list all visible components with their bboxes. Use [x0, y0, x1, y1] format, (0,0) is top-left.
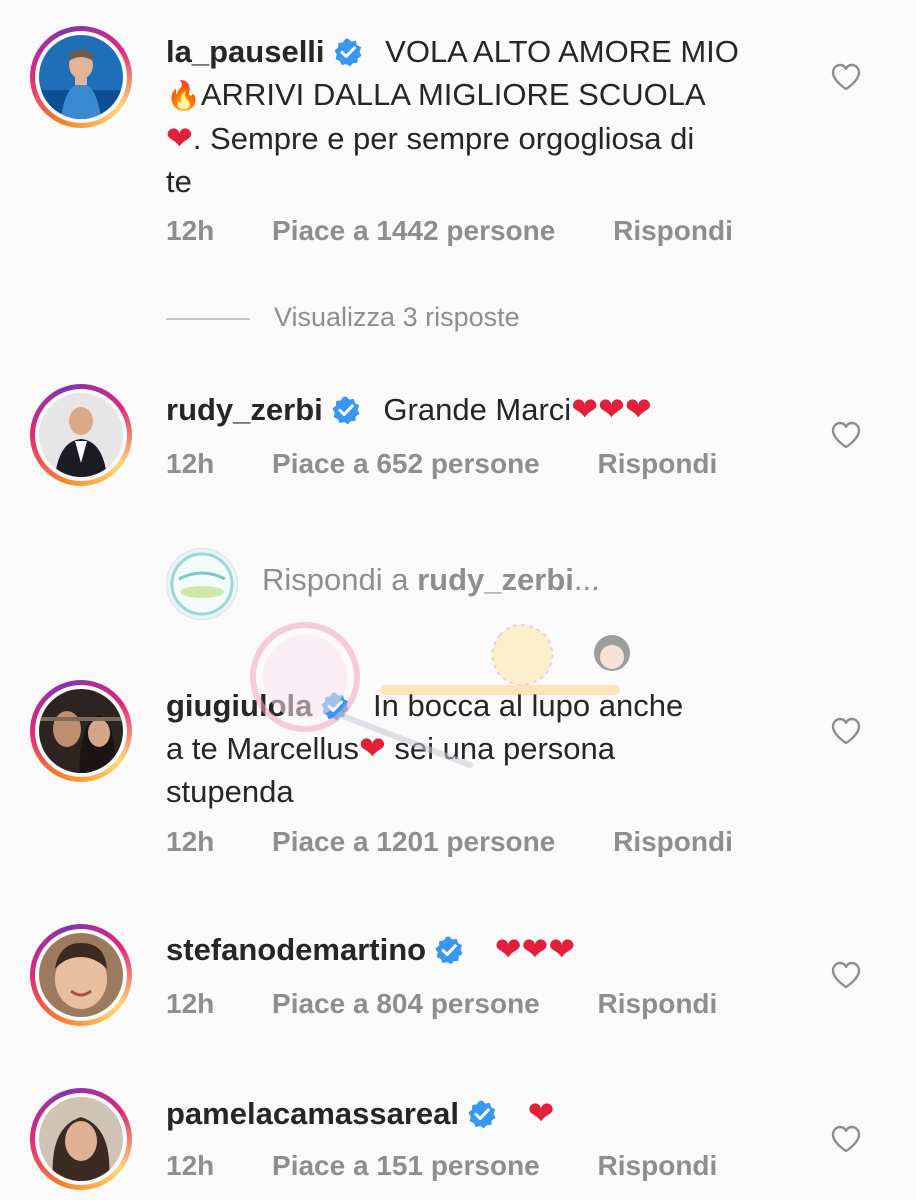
- comment-username[interactable]: stefanodemartino: [166, 932, 426, 967]
- heart-outline-icon[interactable]: [830, 62, 862, 92]
- avatar-photo: [39, 689, 123, 773]
- heart-outline-icon[interactable]: [830, 960, 862, 990]
- verified-badge-icon: [320, 691, 350, 721]
- reply-placeholder: Rispondi a rudy_zerbi...: [262, 562, 600, 597]
- comment-username[interactable]: la_pauselli: [166, 34, 325, 69]
- avatar[interactable]: [30, 680, 132, 782]
- fire-emoji-icon: 🔥: [166, 80, 201, 111]
- comment-line-1: Grande Marci: [383, 392, 572, 427]
- comment-meta: 12h Piace a 151 persone Rispondi: [166, 1150, 717, 1182]
- verified-badge-icon: [331, 395, 361, 425]
- comment-time: 12h: [166, 1150, 215, 1181]
- comment-likes[interactable]: Piace a 652 persone: [272, 448, 540, 480]
- heart-outline-icon[interactable]: [830, 1124, 862, 1154]
- comment-likes[interactable]: Piace a 1442 persone: [272, 215, 555, 247]
- verified-badge-icon: [467, 1099, 497, 1129]
- avatar-photo: [39, 393, 123, 477]
- avatar[interactable]: [30, 924, 132, 1026]
- avatar-photo: [39, 933, 123, 1017]
- reply-button[interactable]: Rispondi: [598, 1150, 718, 1182]
- comment-likes[interactable]: Piace a 1201 persone: [272, 826, 555, 858]
- red-heart-emoji-icon: ❤❤❤: [571, 391, 652, 427]
- verified-badge-icon: [333, 37, 363, 67]
- reply-button[interactable]: Rispondi: [598, 448, 718, 480]
- reply-button[interactable]: Rispondi: [598, 988, 718, 1020]
- comment-text: giugiulola In bocca al lupo anche a te M…: [166, 684, 796, 813]
- comment-text: rudy_zerbi Grande Marci❤❤❤: [166, 388, 796, 431]
- reply-button[interactable]: Rispondi: [613, 215, 733, 247]
- comment-text: la_pauselli VOLA ALTO AMORE MIO 🔥ARRIVI …: [166, 30, 796, 203]
- comment-line-1: VOLA ALTO AMORE MIO: [385, 34, 739, 69]
- red-heart-emoji-icon: ❤❤❤: [494, 931, 576, 967]
- red-heart-emoji-icon: ❤: [527, 1095, 555, 1131]
- avatar[interactable]: [30, 384, 132, 486]
- red-heart-emoji-icon: ❤: [166, 120, 193, 156]
- comment-line-3: stupenda: [166, 774, 294, 809]
- avatar[interactable]: [30, 26, 132, 128]
- red-heart-emoji-icon: ❤: [358, 730, 386, 766]
- avatar: [166, 548, 238, 620]
- comment-line-1: In bocca al lupo anche: [373, 688, 684, 723]
- comment-time: 12h: [166, 826, 215, 857]
- avatar-photo: [39, 1097, 123, 1181]
- view-replies-button[interactable]: Visualizza 3 risposte: [166, 302, 520, 333]
- comment-text: stefanodemartino ❤❤❤: [166, 928, 796, 971]
- comment-meta: 12h Piace a 804 persone Rispondi: [166, 988, 717, 1020]
- avatar-photo: [39, 35, 123, 119]
- comment-likes[interactable]: Piace a 151 persone: [272, 1150, 540, 1182]
- comment-likes[interactable]: Piace a 804 persone: [272, 988, 540, 1020]
- comment-line-2: ARRIVI DALLA MIGLIORE SCUOLA: [200, 77, 706, 112]
- reply-button[interactable]: Rispondi: [613, 826, 733, 858]
- comment-username[interactable]: rudy_zerbi: [166, 392, 323, 427]
- comment-username[interactable]: pamelacamassareal: [166, 1096, 459, 1131]
- comment-text: pamelacamassareal ❤: [166, 1092, 796, 1135]
- comment-time: 12h: [166, 448, 215, 479]
- comment-time: 12h: [166, 988, 215, 1019]
- comment-meta: 12h Piace a 1442 persone Rispondi: [166, 215, 733, 247]
- heart-outline-icon[interactable]: [830, 420, 862, 450]
- comment-meta: 12h Piace a 1201 persone Rispondi: [166, 826, 733, 858]
- comment-line-2b: sei una persona: [385, 731, 615, 766]
- comment-meta: 12h Piace a 652 persone Rispondi: [166, 448, 717, 480]
- heart-outline-icon[interactable]: [830, 716, 862, 746]
- divider: [166, 317, 250, 320]
- comment-line-2: a te Marcellus: [166, 731, 359, 766]
- comment-line-4: te: [166, 164, 192, 199]
- comment-line-3: . Sempre e per sempre orgogliosa di: [192, 121, 695, 156]
- comment-time: 12h: [166, 215, 215, 246]
- verified-badge-icon: [434, 935, 464, 965]
- avatar[interactable]: [30, 1088, 132, 1190]
- comment-username[interactable]: giugiulola: [166, 688, 312, 723]
